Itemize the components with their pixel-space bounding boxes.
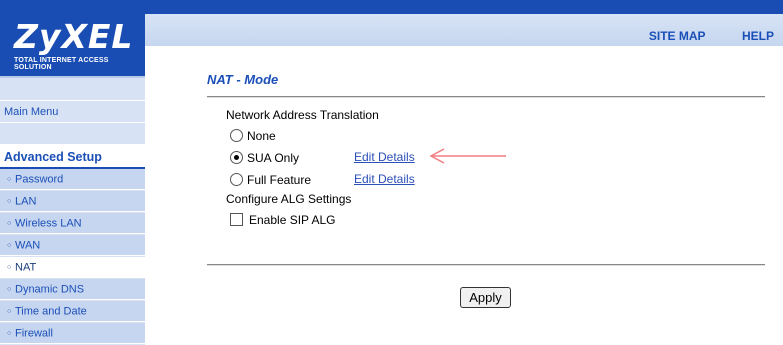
sidebar-item-time-and-date[interactable]: ○ Time and Date — [0, 301, 145, 322]
sidebar-item-label: NAT — [15, 261, 37, 274]
apply-button[interactable]: Apply — [460, 287, 511, 308]
sip-alg-label: Enable SIP ALG — [249, 213, 336, 227]
logo-tagline: Total Internet Access Solution — [14, 57, 109, 71]
bullet-icon: ○ — [7, 286, 12, 293]
sidebar-item-wireless-lan[interactable]: ○ Wireless LAN — [0, 213, 145, 234]
sidebar-item-label: Wireless LAN — [15, 217, 82, 230]
sidebar-item-password[interactable]: ○ Password — [0, 169, 145, 190]
help-link[interactable]: HELP — [742, 29, 774, 43]
edit-details-full-feature-link[interactable]: Edit Details — [354, 172, 415, 186]
sidebar-item-label: Time and Date — [15, 305, 87, 318]
radio-label: Full Feature — [247, 173, 312, 187]
bullet-icon: ○ — [7, 220, 12, 227]
radio-sua-only[interactable]: SUA Only — [230, 150, 299, 166]
sidebar-item-nat[interactable]: ○ NAT — [0, 257, 145, 278]
radio-button[interactable] — [230, 129, 243, 142]
sidebar-item-lan[interactable]: ○ LAN — [0, 191, 145, 212]
bullet-icon: ○ — [7, 176, 12, 183]
site-map-link[interactable]: SITE MAP — [649, 29, 706, 43]
sidebar: Main Menu Advanced Setup ○ Password ○ LAN … — [0, 78, 145, 345]
sidebar-item-label: LAN — [15, 195, 37, 208]
sip-alg-checkbox[interactable] — [230, 213, 243, 226]
divider — [207, 96, 765, 98]
nat-section-label: Network Address Translation — [226, 108, 379, 122]
sidebar-item-firewall[interactable]: ○ Firewall — [0, 323, 145, 344]
sidebar-item-label: Password — [15, 173, 64, 186]
radio-button[interactable] — [230, 151, 243, 164]
radio-full-feature[interactable]: Full Feature — [230, 172, 311, 188]
bullet-icon: ○ — [7, 264, 12, 271]
divider — [207, 264, 765, 266]
bullet-icon: ○ — [7, 330, 12, 337]
sidebar-item-wan[interactable]: ○ WAN — [0, 235, 145, 256]
radio-label: None — [247, 129, 276, 143]
sidebar-spacer — [0, 123, 145, 145]
alg-section-label: Configure ALG Settings — [226, 192, 352, 206]
sip-alg-option[interactable]: Enable SIP ALG — [230, 213, 336, 227]
edit-details-sua-link[interactable]: Edit Details — [354, 150, 415, 164]
sidebar-spacer — [0, 78, 145, 101]
main-menu-link[interactable]: Main Menu — [0, 101, 145, 123]
sidebar-item-dynamic-dns[interactable]: ○ Dynamic DNS — [0, 279, 145, 300]
sidebar-item-label: WAN — [15, 239, 41, 252]
top-links: SITE MAP HELP — [617, 27, 774, 45]
radio-label: SUA Only — [247, 151, 300, 165]
logo-text: ZyXEL — [14, 17, 134, 56]
sidebar-item-label: Dynamic DNS — [15, 283, 85, 296]
bullet-icon: ○ — [7, 198, 12, 205]
sidebar-section-advanced-setup[interactable]: Advanced Setup — [0, 145, 145, 169]
logo: ZyXEL Total Internet Access Solution — [0, 0, 145, 78]
page-title: NAT - Mode — [207, 72, 279, 87]
bullet-icon: ○ — [7, 242, 12, 249]
radio-button[interactable] — [230, 173, 243, 186]
sidebar-item-label: Firewall — [15, 327, 53, 340]
bullet-icon: ○ — [7, 308, 12, 315]
annotation-arrow-icon — [429, 148, 506, 164]
radio-none[interactable]: None — [230, 128, 276, 144]
